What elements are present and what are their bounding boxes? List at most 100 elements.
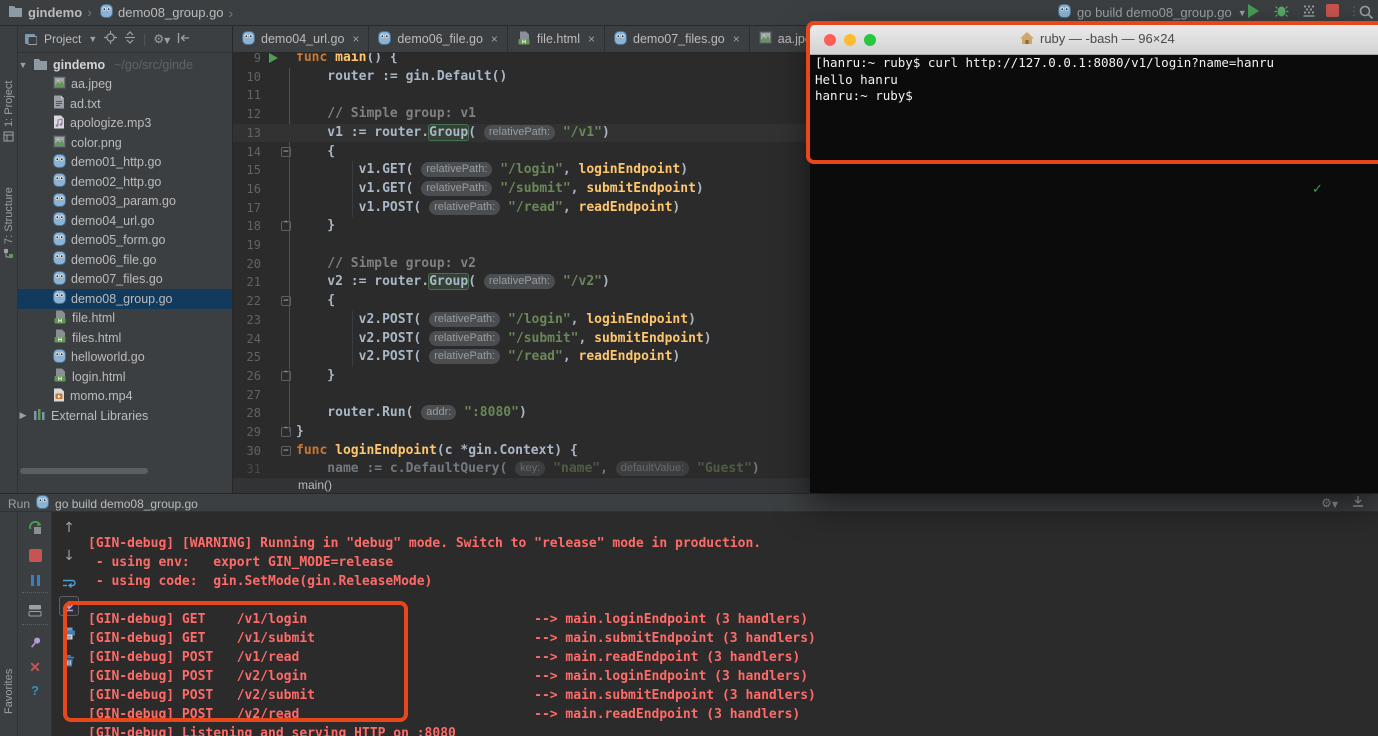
run-panel-title[interactable]: Run — [8, 497, 30, 511]
tree-item-helloworld.go[interactable]: helloworld.go — [18, 348, 232, 368]
search-everywhere-button[interactable] — [1358, 4, 1374, 20]
line-number: 15 — [233, 161, 261, 180]
tab-demo04_url.go[interactable]: demo04_url.go × — [233, 26, 369, 52]
tree-item-gindemo[interactable]: ▼gindemo~/go/src/ginde — [18, 55, 232, 75]
next-occurrence-button[interactable]: ↓ — [59, 546, 79, 566]
line-number: 23 — [233, 311, 261, 330]
bug-icon — [1274, 4, 1289, 18]
fold-end-icon[interactable]: ˆ — [281, 221, 291, 231]
debug-button[interactable] — [1274, 4, 1289, 18]
go-file-icon — [53, 232, 66, 249]
tree-item-demo06_file.go[interactable]: demo06_file.go — [18, 250, 232, 270]
line-number: 16 — [233, 180, 261, 199]
fold-icon[interactable]: − — [281, 446, 291, 456]
toolbar-separator — [22, 624, 48, 625]
toolbar-separator — [22, 592, 48, 593]
line-number: 20 — [233, 255, 261, 274]
tab-close-icon[interactable]: × — [491, 32, 498, 46]
tab-demo07_files.go[interactable]: demo07_files.go × — [605, 26, 750, 52]
fold-end-icon[interactable]: ˆ — [281, 427, 291, 437]
stop-process-button[interactable] — [25, 545, 45, 565]
hide-run-panel-button[interactable] — [1352, 495, 1364, 510]
prev-occurrence-button[interactable]: ↑ — [59, 518, 79, 538]
tree-item-file.html[interactable]: Hfile.html — [18, 309, 232, 329]
project-tree: ▼gindemo~/go/src/gindeaa.jpegad.txtapolo… — [18, 55, 232, 426]
go-file-icon — [53, 290, 66, 307]
go-file-icon — [36, 495, 49, 512]
audio-file-icon — [53, 115, 65, 132]
coverage-button[interactable] — [1302, 4, 1316, 18]
help-button[interactable]: ? — [25, 680, 45, 700]
tree-item-files.html[interactable]: Hfiles.html — [18, 328, 232, 348]
restore-layout-button[interactable] — [25, 600, 45, 620]
soft-wrap-button[interactable] — [59, 574, 79, 594]
hide-panel-button[interactable] — [177, 32, 190, 47]
run-panel-config-label: go build demo08_group.go — [55, 497, 198, 511]
console-line: [GIN-debug] [WARNING] Running in "debug"… — [88, 534, 816, 553]
tab-label: demo04_url.go — [261, 32, 344, 46]
collapse-all-button[interactable] — [124, 31, 136, 47]
run-button[interactable] — [1248, 4, 1259, 18]
locate-file-button[interactable] — [104, 31, 117, 47]
tree-item-color.png[interactable]: color.png — [18, 133, 232, 153]
tree-item-momo.mp4[interactable]: momo.mp4 — [18, 387, 232, 407]
tree-item-apologize.mp3[interactable]: apologize.mp3 — [18, 114, 232, 134]
go-file-icon — [53, 251, 66, 268]
collapse-arrow-icon[interactable]: ▶ — [18, 410, 28, 421]
go-file-icon — [53, 349, 66, 366]
go-file-icon — [100, 4, 113, 21]
tab-close-icon[interactable]: × — [733, 32, 740, 46]
tab-demo06_file.go[interactable]: demo06_file.go× — [369, 26, 508, 52]
tab-file.html[interactable]: Hfile.html× — [508, 26, 605, 52]
expand-arrow-icon[interactable]: ▼ — [18, 60, 28, 70]
sidebar-item-project[interactable]: 1: Project — [0, 42, 18, 142]
settings-gear-button[interactable]: ⚙▼ — [153, 32, 170, 46]
line-number: 21 — [233, 273, 261, 292]
pause-output-button[interactable] — [25, 570, 45, 590]
tree-item-demo05_form.go[interactable]: demo05_form.go — [18, 231, 232, 251]
console-line: - using env: export GIN_MODE=release — [88, 553, 816, 572]
tab-close-icon[interactable]: × — [588, 32, 595, 46]
fold-icon[interactable]: − — [281, 147, 291, 157]
run-config-selector[interactable]: go build demo08_group.go ▼ — [1058, 4, 1247, 21]
line-number: 19 — [233, 236, 261, 255]
tree-item-demo02_http.go[interactable]: demo02_http.go — [18, 172, 232, 192]
sidebar-item-favorites[interactable]: Favorites — [0, 634, 18, 714]
tree-item-demo07_files.go[interactable]: demo07_files.go — [18, 270, 232, 290]
html-file-icon: H — [53, 329, 67, 346]
tree-item-demo03_param.go[interactable]: demo03_param.go — [18, 192, 232, 212]
run-line-icon[interactable] — [269, 53, 278, 63]
tab-label: demo07_files.go — [633, 32, 725, 46]
close-button[interactable]: ✕ — [25, 657, 45, 677]
tree-item-login.html[interactable]: Hlogin.html — [18, 367, 232, 387]
tree-item-aa.jpeg[interactable]: aa.jpeg — [18, 75, 232, 95]
tree-item-demo08_group.go[interactable]: demo08_group.go — [18, 289, 232, 309]
fold-end-icon[interactable]: ˆ — [281, 371, 291, 381]
svg-text:H: H — [58, 377, 62, 383]
pin-tab-button[interactable] — [25, 632, 45, 652]
horizontal-scrollbar[interactable] — [20, 468, 148, 474]
chevron-down-icon[interactable]: ▼ — [88, 34, 97, 44]
line-number: 12 — [233, 105, 261, 124]
fold-icon[interactable]: − — [281, 296, 291, 306]
project-panel-title[interactable]: Project — [44, 32, 81, 46]
tree-item-external-libraries[interactable]: ▶External Libraries — [18, 406, 232, 426]
go-file-icon — [53, 193, 66, 210]
tree-item-demo01_http.go[interactable]: demo01_http.go — [18, 153, 232, 173]
go-file-icon — [53, 212, 66, 229]
stop-button[interactable] — [1326, 4, 1339, 17]
line-number: 11 — [233, 86, 261, 105]
tab-close-icon[interactable]: × — [352, 32, 359, 46]
go-file-icon — [242, 31, 255, 48]
breadcrumb-folder[interactable]: gindemo › — [8, 4, 92, 20]
rerun-button[interactable] — [25, 518, 45, 538]
run-settings-gear-button[interactable]: ⚙▼ — [1321, 496, 1338, 510]
line-number: 22 — [233, 292, 261, 311]
sidebar-item-structure[interactable]: 7: Structure — [0, 154, 18, 259]
console-line: [GIN-debug] Listening and serving HTTP o… — [88, 724, 816, 736]
breadcrumb-file[interactable]: demo08_group.go › — [100, 4, 233, 21]
folder-icon — [8, 4, 23, 20]
tree-item-ad.txt[interactable]: ad.txt — [18, 94, 232, 114]
tree-item-demo04_url.go[interactable]: demo04_url.go — [18, 211, 232, 231]
project-panel-header: Project ▼ | ⚙▼ — [18, 26, 232, 53]
